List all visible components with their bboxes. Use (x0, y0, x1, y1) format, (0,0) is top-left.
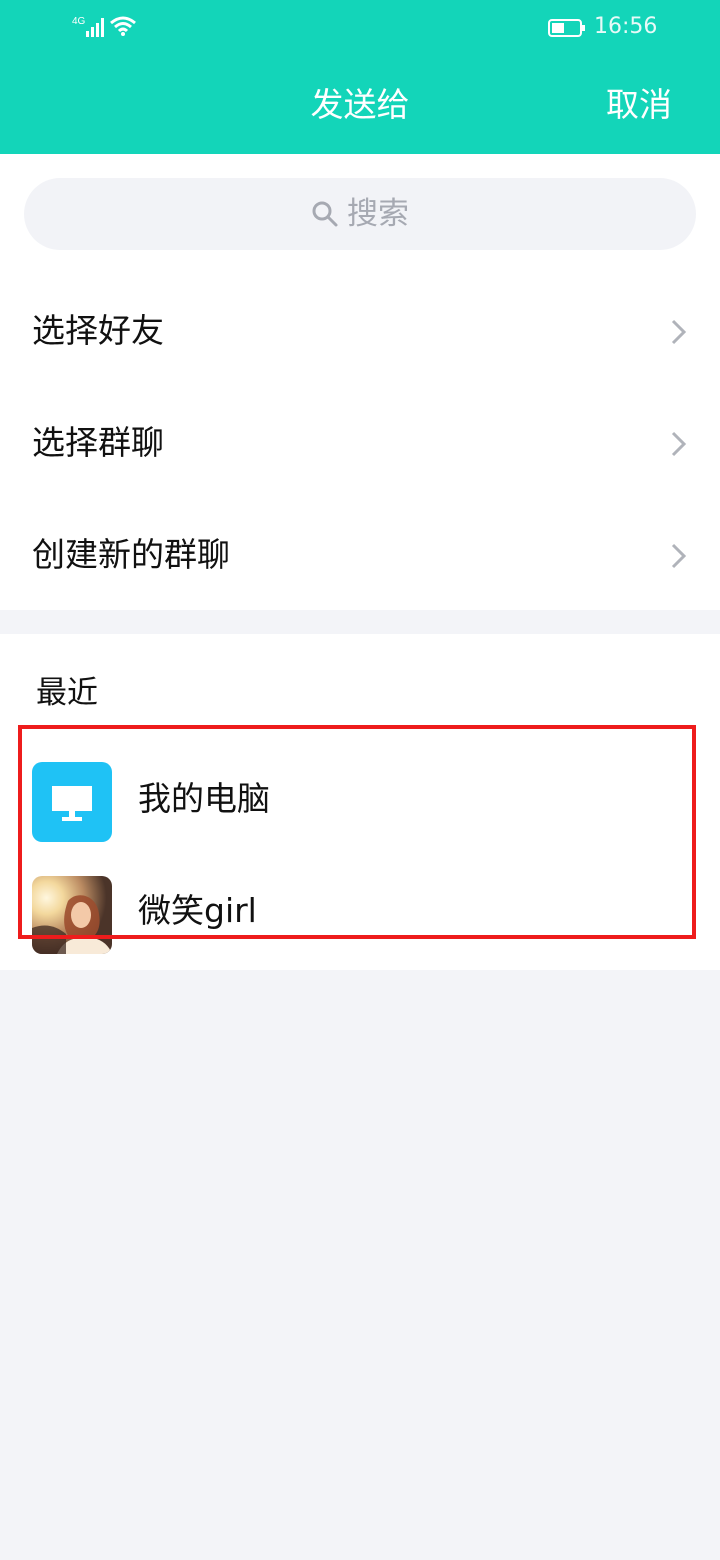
menu-item-label: 创建新的群聊 (32, 535, 230, 574)
menu-item-label: 选择群聊 (32, 423, 164, 462)
chevron-right-icon (671, 431, 687, 457)
recent-section-title: 最近 (36, 675, 98, 711)
chevron-right-icon (671, 543, 687, 569)
search-icon (312, 201, 338, 227)
select-group-chat-row[interactable]: 选择群聊 (0, 388, 720, 500)
status-time: 16:56 (594, 14, 658, 39)
app-header: 4G 16:56 发送给 取消 (0, 0, 720, 154)
photo-avatar-image (32, 876, 112, 954)
create-group-chat-row[interactable]: 创建新的群聊 (0, 500, 720, 612)
network-type: 4G (72, 16, 86, 27)
search-placeholder: 搜索 (347, 196, 409, 232)
cancel-button[interactable]: 取消 (606, 82, 672, 128)
select-friends-row[interactable]: 选择好友 (0, 276, 720, 388)
chevron-right-icon (671, 319, 687, 345)
photo-avatar (32, 876, 112, 954)
battery-icon (548, 19, 585, 37)
computer-avatar (32, 762, 112, 842)
contact-name: 微笑girl (138, 891, 257, 930)
signal-icon: 4G (72, 16, 104, 37)
recent-panel: 最近 我的电脑 微笑girl (0, 634, 720, 970)
contact-my-computer[interactable]: 我的电脑 (0, 744, 720, 854)
contact-smile-girl[interactable]: 微笑girl (0, 856, 720, 966)
wifi-icon (110, 16, 136, 36)
status-bar: 4G 16:56 (0, 0, 720, 56)
send-options-panel: 搜索 选择好友 选择群聊 创建新的群聊 (0, 154, 720, 610)
menu-item-label: 选择好友 (32, 311, 164, 350)
contact-name: 我的电脑 (138, 779, 270, 818)
computer-icon (52, 786, 92, 821)
search-input[interactable]: 搜索 (24, 178, 696, 250)
